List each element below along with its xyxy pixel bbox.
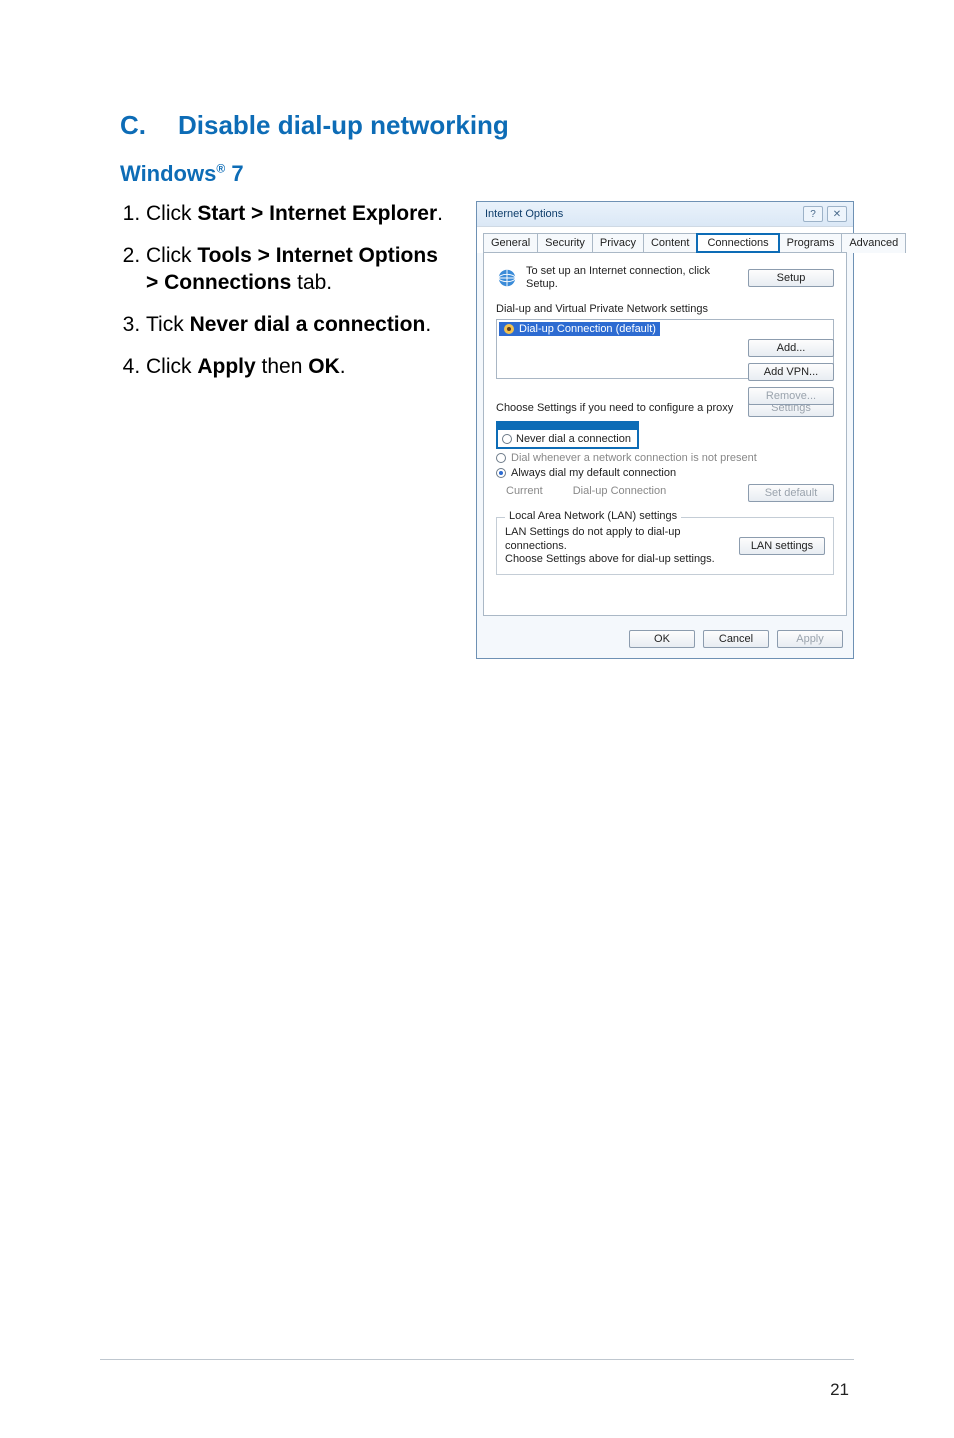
tab-programs[interactable]: Programs bbox=[779, 233, 843, 253]
page-divider bbox=[100, 1359, 854, 1360]
tab-general[interactable]: General bbox=[483, 233, 538, 253]
dialog-title: Internet Options bbox=[485, 208, 563, 220]
tab-content[interactable]: Content bbox=[643, 233, 698, 253]
apply-button[interactable]: Apply bbox=[777, 630, 843, 648]
cancel-button[interactable]: Cancel bbox=[703, 630, 769, 648]
lan-settings-button[interactable]: LAN settings bbox=[739, 537, 825, 555]
never-dial-highlight: Never dial a connection bbox=[496, 421, 639, 449]
section-letter: C. bbox=[120, 110, 150, 141]
dialog-footer: OK Cancel Apply bbox=[477, 622, 853, 658]
steps-list: Click Start > Internet Explorer. Click T… bbox=[120, 201, 448, 380]
dial-whenever-label: Dial whenever a network connection is no… bbox=[511, 452, 757, 464]
os-subheading: Windows® 7 bbox=[120, 161, 854, 187]
globe-icon bbox=[496, 267, 518, 289]
current-connection-row: Current Dial-up Connection bbox=[506, 485, 666, 497]
connection-icon bbox=[503, 323, 515, 335]
connections-panel: To set up an Internet connection, click … bbox=[483, 252, 847, 616]
always-dial-row[interactable]: Always dial my default connection bbox=[496, 467, 834, 479]
dialog-tabs: General Security Privacy Content Connect… bbox=[477, 227, 853, 253]
close-button[interactable]: ✕ bbox=[827, 206, 847, 222]
add-button[interactable]: Add... bbox=[748, 339, 834, 357]
help-button[interactable]: ? bbox=[803, 206, 823, 222]
proxy-text: Choose Settings if you need to configure… bbox=[496, 402, 733, 414]
os-version: 7 bbox=[225, 161, 243, 186]
always-dial-label: Always dial my default connection bbox=[511, 467, 676, 479]
dial-whenever-radio[interactable] bbox=[496, 453, 506, 463]
never-dial-label: Never dial a connection bbox=[516, 433, 631, 445]
section-heading: C. Disable dial-up networking bbox=[120, 110, 854, 141]
page-number: 21 bbox=[830, 1380, 849, 1400]
dialup-vpn-label: Dial-up and Virtual Private Network sett… bbox=[496, 303, 834, 315]
lan-text: LAN Settings do not apply to dial-up con… bbox=[505, 526, 729, 566]
tab-connections[interactable]: Connections bbox=[696, 233, 779, 253]
registered-mark: ® bbox=[216, 162, 225, 176]
remove-button[interactable]: Remove... bbox=[748, 387, 834, 405]
never-dial-radio[interactable] bbox=[502, 434, 512, 444]
always-dial-radio[interactable] bbox=[496, 468, 506, 478]
tab-security[interactable]: Security bbox=[537, 233, 593, 253]
set-default-button[interactable]: Set default bbox=[748, 484, 834, 502]
dial-whenever-row[interactable]: Dial whenever a network connection is no… bbox=[496, 452, 834, 464]
os-name: Windows bbox=[120, 161, 216, 186]
step-4: Click Apply then OK. bbox=[146, 354, 448, 380]
dialog-titlebar: Internet Options ? ✕ bbox=[477, 202, 853, 227]
tab-privacy[interactable]: Privacy bbox=[592, 233, 644, 253]
step-3: Tick Never dial a connection. bbox=[146, 312, 448, 338]
section-title: Disable dial-up networking bbox=[178, 110, 509, 141]
dialup-connection-item[interactable]: Dial-up Connection (default) bbox=[499, 322, 660, 336]
ok-button[interactable]: OK bbox=[629, 630, 695, 648]
setup-button[interactable]: Setup bbox=[748, 269, 834, 287]
close-icon: ✕ bbox=[833, 209, 841, 220]
help-icon: ? bbox=[810, 209, 816, 220]
internet-options-dialog: Internet Options ? ✕ General Security Pr… bbox=[476, 201, 854, 659]
setup-text: To set up an Internet connection, click … bbox=[526, 265, 740, 291]
step-2: Click Tools > Internet Options > Connect… bbox=[146, 243, 448, 296]
lan-legend: Local Area Network (LAN) settings bbox=[505, 510, 681, 522]
step-1: Click Start > Internet Explorer. bbox=[146, 201, 448, 227]
current-value: Dial-up Connection bbox=[573, 485, 667, 497]
lan-settings-group: Local Area Network (LAN) settings LAN Se… bbox=[496, 517, 834, 575]
current-label: Current bbox=[506, 485, 543, 497]
tab-advanced[interactable]: Advanced bbox=[841, 233, 906, 253]
add-vpn-button[interactable]: Add VPN... bbox=[748, 363, 834, 381]
